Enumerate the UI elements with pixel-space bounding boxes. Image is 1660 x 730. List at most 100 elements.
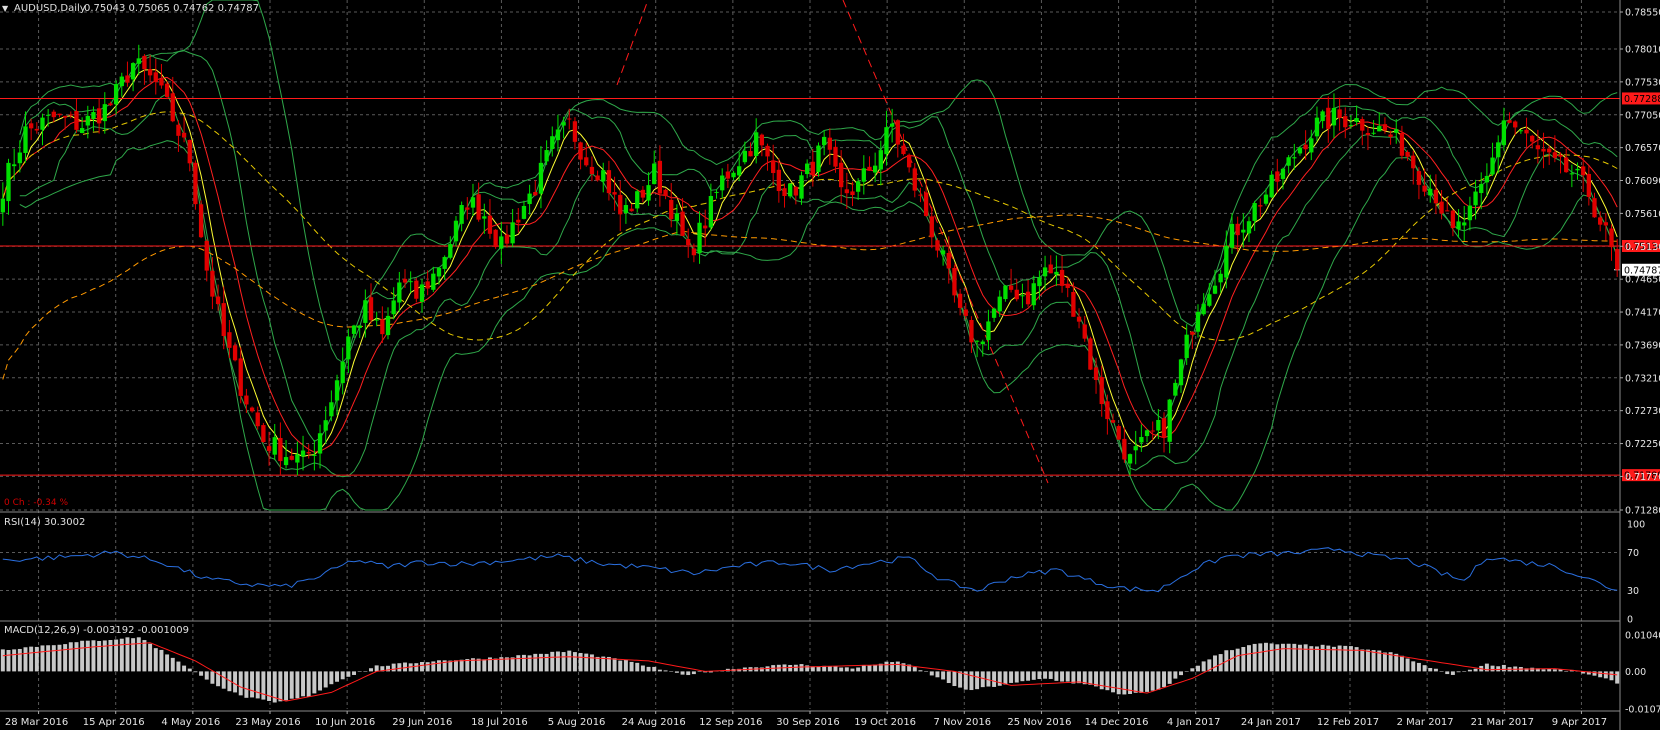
x-tick-label: 18 Jul 2016 — [471, 717, 528, 728]
macd-bar — [493, 658, 498, 672]
bull-candle — [113, 84, 119, 105]
macd-bar — [980, 671, 985, 688]
macd-bar — [663, 670, 668, 672]
bull-candle — [363, 300, 368, 323]
bull-candle — [1252, 203, 1257, 221]
bear-candle — [1343, 116, 1348, 128]
macd-bar — [357, 671, 362, 672]
macd-bar — [374, 665, 379, 672]
bear-candle — [153, 72, 158, 83]
macd-bar — [153, 648, 158, 672]
bull-candle — [601, 170, 606, 182]
bear-candle — [1399, 132, 1405, 156]
macd-bar — [85, 640, 90, 672]
trading-chart[interactable]: 0.772880.751340.717890.74787 0.785500.78… — [0, 0, 1660, 730]
bull-candle — [397, 282, 402, 303]
bear-candle — [1161, 418, 1167, 438]
bull-candle — [731, 172, 736, 178]
x-tick-label: 7 Nov 2016 — [933, 717, 991, 728]
bull-candle — [391, 300, 396, 315]
y-tick-label: 0.77530 — [1625, 77, 1660, 88]
bear-candle — [1564, 157, 1569, 173]
macd-bar — [958, 671, 963, 688]
macd-bar — [1077, 671, 1082, 684]
macd-bar — [1501, 664, 1506, 672]
bear-candle — [839, 162, 844, 188]
bull-candle — [1201, 304, 1206, 315]
bear-candle — [62, 115, 68, 118]
bull-candle — [805, 163, 810, 175]
macd-bar — [1099, 671, 1104, 690]
bear-candle — [68, 114, 73, 116]
macd-bar — [640, 665, 645, 672]
bear-candle — [952, 267, 957, 296]
bear-candle — [901, 145, 906, 155]
macd-bar — [1603, 671, 1608, 679]
macd-bar — [346, 671, 351, 677]
bull-candle — [538, 162, 544, 194]
bear-candle — [1603, 222, 1608, 226]
bull-candle — [1037, 277, 1042, 287]
macd-bar — [1179, 671, 1183, 676]
macd-bar — [1139, 671, 1144, 693]
macd-bar — [1060, 671, 1065, 682]
bull-candle — [1377, 126, 1382, 132]
bear-candle — [187, 139, 192, 164]
bull-candle — [550, 136, 555, 149]
bull-candle — [357, 325, 362, 329]
bear-candle — [629, 208, 634, 212]
bear-candle — [1439, 201, 1444, 214]
macd-bar — [669, 671, 674, 672]
bull-candle — [974, 340, 980, 342]
bull-candle — [991, 308, 997, 318]
bull-candle — [1054, 271, 1059, 275]
bull-candle — [1309, 138, 1314, 153]
macd-bar — [1541, 669, 1546, 672]
macd-bar — [1162, 671, 1167, 688]
bull-candle — [499, 236, 504, 249]
y-tick-label: 0.74170 — [1625, 308, 1660, 319]
bear-candle — [640, 189, 646, 198]
macd-bar — [1241, 647, 1246, 672]
macd-bar — [680, 671, 685, 675]
bear-candle — [725, 171, 731, 179]
bull-candle — [646, 185, 651, 201]
macd-bar — [1014, 671, 1019, 683]
bull-candle — [130, 63, 136, 80]
bear-candle — [504, 234, 510, 244]
macd-bar — [397, 663, 402, 672]
macd-bar — [1258, 643, 1263, 672]
macd-bar — [652, 666, 657, 672]
macd-bar — [1292, 643, 1297, 672]
bull-candle — [85, 115, 90, 126]
macd-bar — [890, 662, 895, 672]
chart-menu-marker[interactable]: ▼ — [2, 4, 9, 13]
macd-bar — [318, 671, 323, 691]
macd-bar — [1190, 668, 1195, 672]
bear-candle — [1513, 121, 1518, 128]
bull-candle — [470, 197, 476, 208]
y-tick-label: 0.72730 — [1625, 406, 1660, 417]
bull-candle — [442, 256, 447, 269]
bear-candle — [929, 216, 934, 238]
bear-candle — [657, 160, 663, 194]
x-tick-label: 2 Mar 2017 — [1397, 717, 1454, 728]
macd-bar — [833, 666, 838, 672]
bear-candle — [142, 55, 147, 70]
macd-bar — [29, 646, 34, 672]
bear-candle — [516, 219, 521, 223]
macd-bar — [1116, 671, 1121, 695]
x-tick-label: 30 Sep 2016 — [776, 717, 839, 728]
macd-bar — [674, 671, 679, 673]
macd-bar — [567, 650, 572, 672]
bear-candle — [493, 229, 498, 248]
macd-bar — [329, 671, 334, 685]
y-tick-label: 0.75130 — [1625, 242, 1660, 253]
macd-bar — [912, 667, 917, 672]
x-tick-label: 12 Feb 2017 — [1317, 717, 1379, 728]
bear-candle — [1382, 124, 1388, 131]
macd-bar — [142, 640, 147, 672]
bull-candle — [295, 454, 300, 463]
bull-candle — [329, 402, 334, 417]
macd-bar — [1150, 671, 1155, 691]
